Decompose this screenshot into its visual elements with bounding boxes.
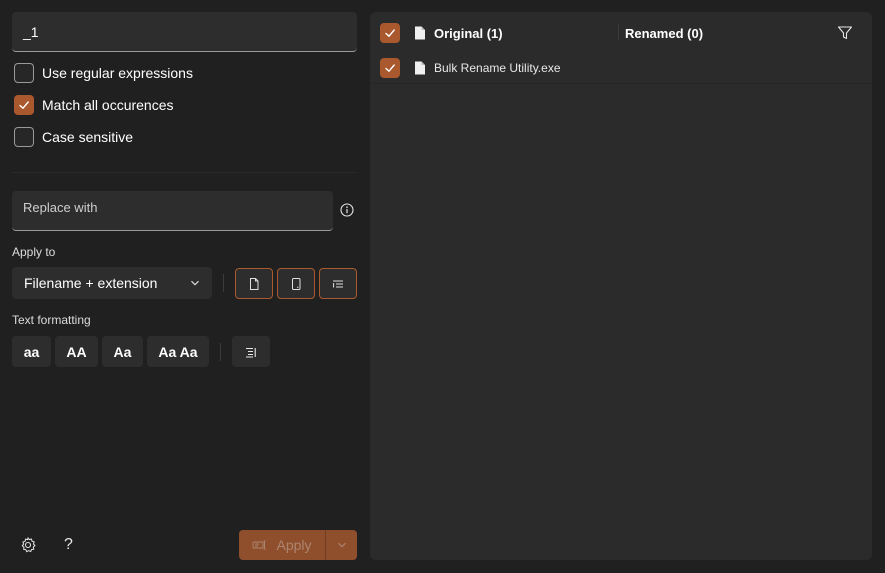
apply-filename-toggle[interactable] [235,268,273,299]
apply-extension-toggle[interactable] [277,268,315,299]
case-sensitive-checkbox[interactable] [14,127,34,147]
rename-icon [252,540,266,550]
file-icon [415,61,425,75]
apply-button[interactable]: Apply [239,530,325,560]
file-list-header: Original (1) Renamed (0) [370,12,872,54]
checkmark-icon [385,29,395,37]
extension-icon [292,277,301,290]
settings-gear-icon[interactable] [19,536,37,554]
match-all-option[interactable]: Match all occurences [14,95,174,115]
uppercase-button[interactable]: AA [55,336,98,367]
titlecase-button[interactable]: Aa [102,336,143,367]
list-numbered-icon [246,347,256,358]
file-row-name: Bulk Rename Utility.exe [434,61,561,75]
section-divider [12,172,357,173]
case-sensitive-label: Case sensitive [42,129,134,145]
toolbar-separator [223,274,224,292]
renamed-column-header[interactable]: Renamed (0) [625,26,703,41]
apply-to-dropdown[interactable]: Filename + extension [12,267,212,299]
apply-to-label: Apply to [12,245,56,259]
chevron-down-icon [191,280,199,286]
info-icon[interactable] [340,203,354,217]
apply-subfolders-toggle[interactable] [319,268,357,299]
row-divider [370,83,872,84]
help-icon[interactable]: ? [64,536,78,554]
use-regex-option[interactable]: Use regular expressions [14,63,193,83]
column-divider [618,24,619,40]
chevron-down-icon [337,542,346,548]
select-all-checkbox[interactable] [380,23,400,43]
search-input[interactable]: _1 [12,12,357,52]
apply-split-button[interactable]: Apply [239,530,357,560]
file-row[interactable]: Bulk Rename Utility.exe [370,56,872,82]
replace-input[interactable]: Replace with [12,191,333,231]
capitalize-each-word-button[interactable]: Aa Aa [147,336,209,367]
file-icon [415,26,425,40]
use-regex-checkbox[interactable] [14,63,34,83]
use-regex-label: Use regular expressions [42,65,193,81]
apply-label: Apply [276,537,312,553]
original-column-header[interactable]: Original (1) [434,26,503,41]
left-panel: _1 Use regular expressions Match all occ… [0,0,370,573]
text-formatting-label: Text formatting [12,313,91,327]
filter-icon[interactable] [837,25,853,41]
enumerate-icon [333,280,343,287]
apply-options-dropdown[interactable] [326,530,357,560]
formatting-separator [220,343,221,361]
enumerate-items-button[interactable] [232,336,270,367]
lowercase-button[interactable]: aa [12,336,51,367]
file-list-panel: Original (1) Renamed (0) Bulk Rename Uti… [370,12,872,560]
checkmark-icon [19,101,29,109]
apply-to-selected: Filename + extension [24,275,158,291]
file-row-checkbox[interactable] [380,58,400,78]
checkmark-icon [385,64,395,72]
case-sensitive-option[interactable]: Case sensitive [14,127,133,147]
document-icon [250,277,259,290]
match-all-checkbox[interactable] [14,95,34,115]
match-all-label: Match all occurences [42,97,174,113]
